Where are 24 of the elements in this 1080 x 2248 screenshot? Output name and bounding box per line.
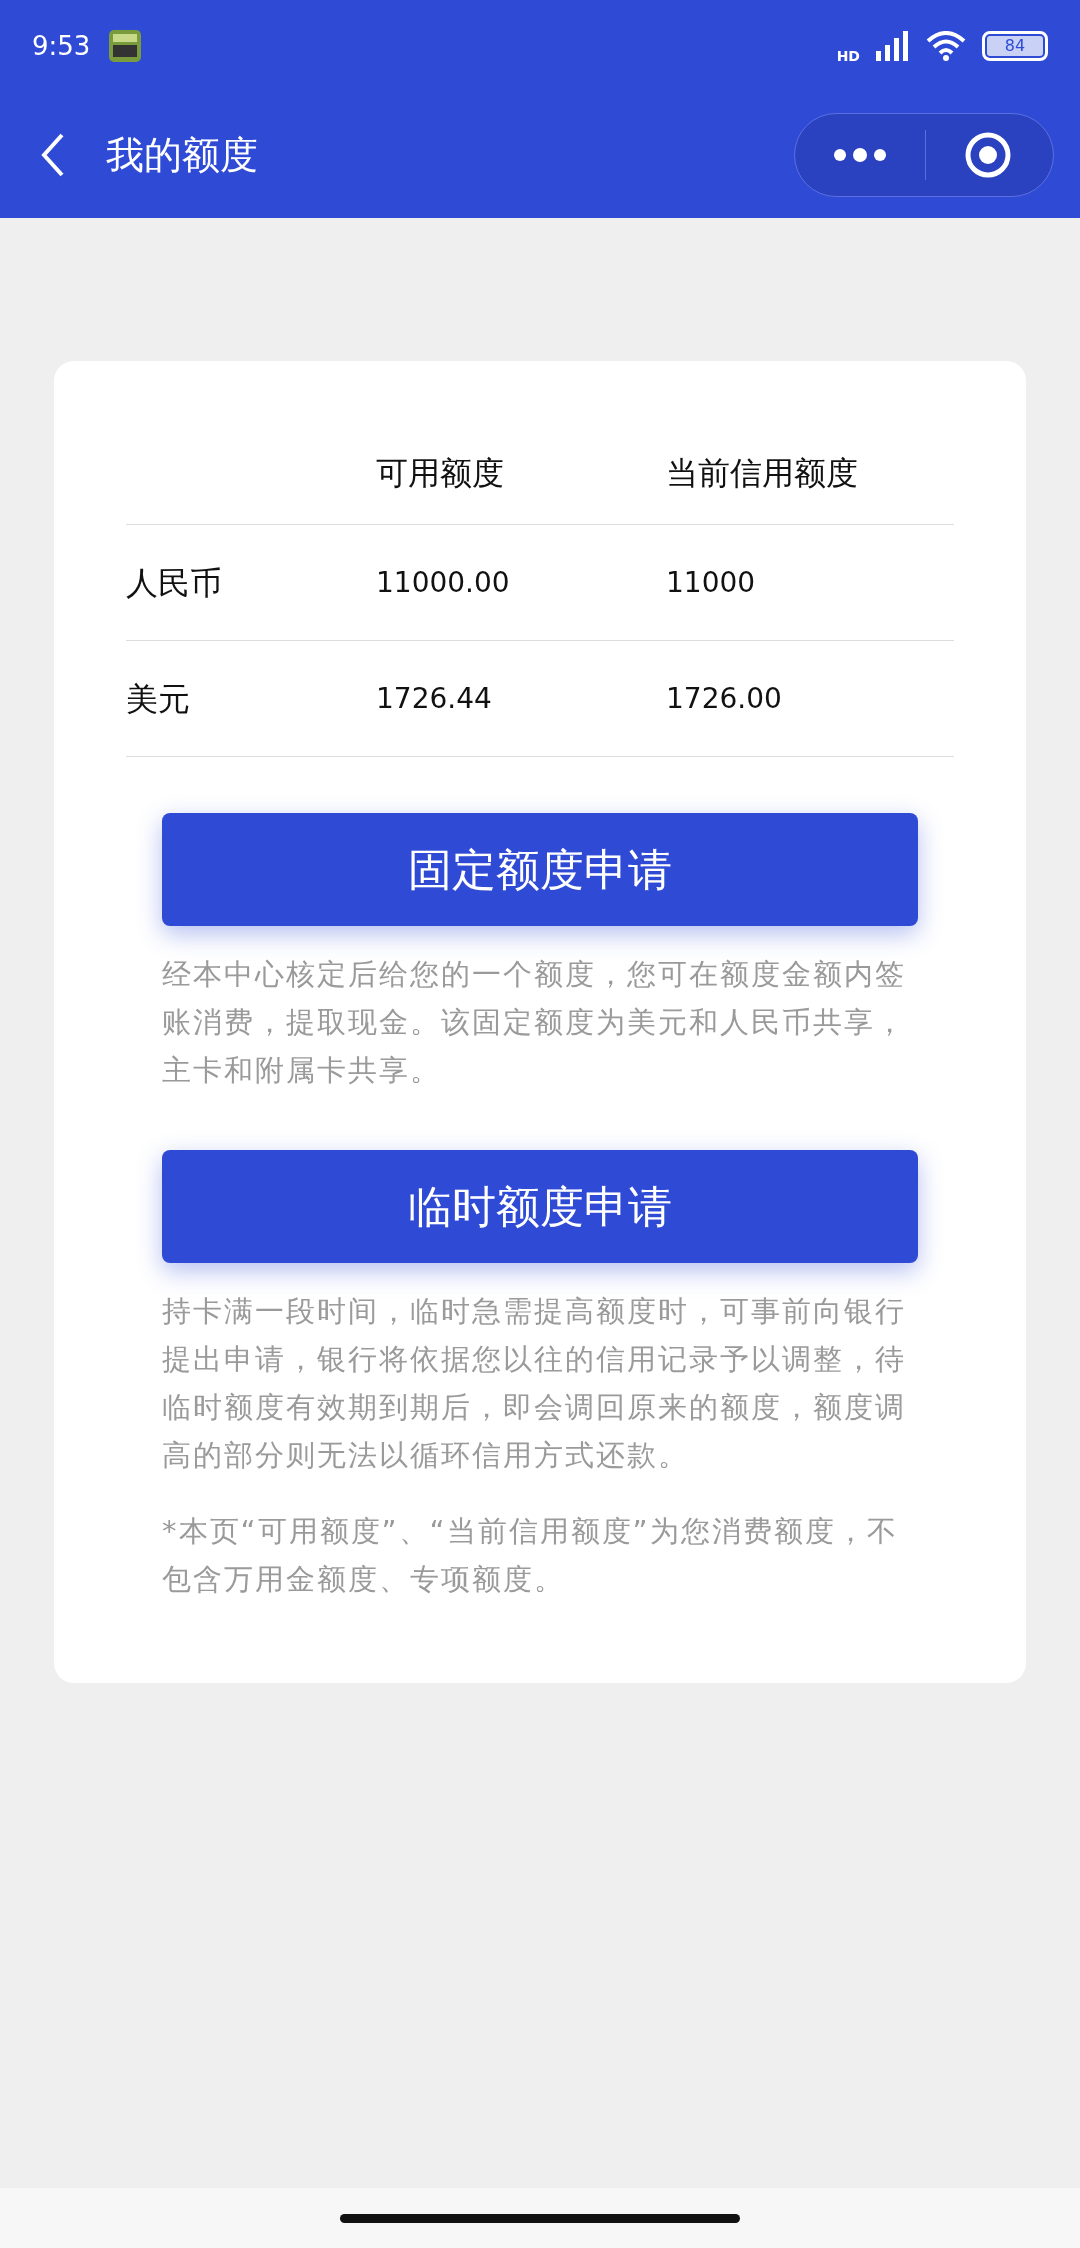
back-icon[interactable] bbox=[40, 133, 66, 177]
column-header: 可用额度 bbox=[376, 452, 505, 494]
table-cell-text: 人民币 bbox=[126, 562, 223, 604]
status-time: 9:53 bbox=[32, 29, 91, 63]
page-title: 我的额度 bbox=[106, 131, 258, 179]
description-text: 持卡满一段时间，临时急需提高额度时，可事前向银行提出申请，银行将依据您以往的信用记录予以调整，待临时额度有效期到期后，即会调回原来的额度，额度调高的部分则无法以循环信用方式还款。 bbox=[162, 1293, 907, 1474]
wifi-icon bbox=[926, 31, 966, 61]
column-header: 当前信用额度 bbox=[666, 452, 859, 494]
network-label: HD bbox=[836, 46, 860, 66]
description-text: 经本中心核定后给您的一个额度，您可在额度金额内签账消费，提取现金。该固定额度为美元和人民币共享，主卡和附属卡共享。 bbox=[162, 956, 907, 1089]
table-cell-text: 1726.44 bbox=[376, 680, 493, 717]
apply-button[interactable]: 临时额度申请 bbox=[162, 1150, 918, 1263]
more-icon[interactable] bbox=[833, 148, 887, 162]
app-icon bbox=[108, 29, 143, 63]
close-target-icon[interactable] bbox=[964, 131, 1012, 179]
table-cell-text: 11000.00 bbox=[376, 564, 511, 601]
signal-icon bbox=[876, 31, 910, 61]
table-cell-text: 美元 bbox=[126, 678, 191, 720]
apply-button[interactable]: 固定额度申请 bbox=[162, 813, 918, 926]
table-cell-text: 11000 bbox=[666, 564, 757, 601]
home-indicator[interactable] bbox=[340, 2213, 740, 2223]
note-text: *本页“可用额度”、“当前信用额度”为您消费额度，不包含万用金额度、专项额度。 bbox=[162, 1513, 899, 1598]
battery-level: 84 bbox=[987, 36, 1043, 56]
table-cell-text: 1726.00 bbox=[666, 680, 783, 717]
